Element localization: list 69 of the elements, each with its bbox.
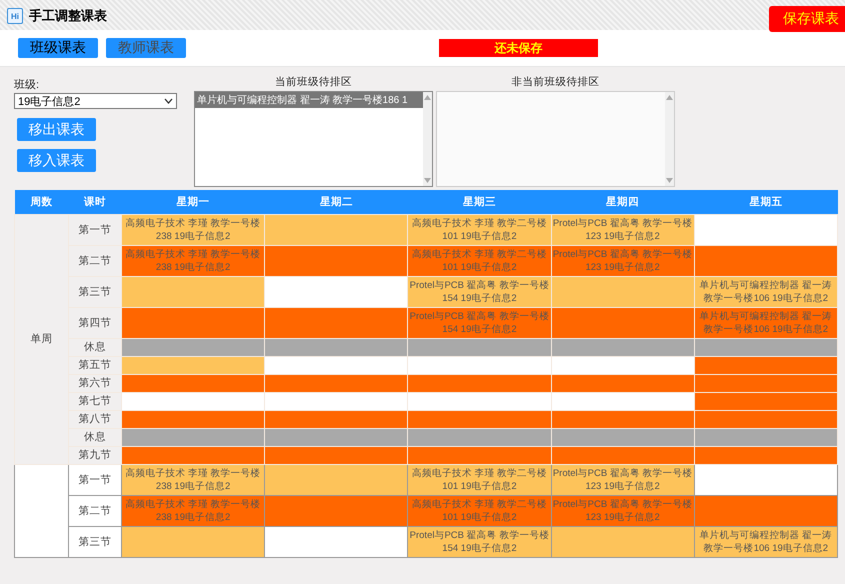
column-header: 周数 xyxy=(14,190,68,214)
course-cell[interactable]: 高频电子技术 李瑾 教学一号楼 238 19电子信息2 xyxy=(122,496,265,526)
list-title: 当前班级待排区 xyxy=(275,75,352,89)
slot-cell[interactable] xyxy=(264,464,408,496)
course-cell[interactable]: 高频电子技术 李瑾 教学二号楼 101 19电子信息2 xyxy=(408,496,552,526)
period-cell: 第三节 xyxy=(68,526,122,558)
course-cell[interactable]: 高频电子技术 李瑾 教学一号楼 238 19电子信息2 xyxy=(122,464,265,496)
course-cell[interactable]: Protel与PCB 翟高粤 教学一号楼 123 19电子信息2 xyxy=(551,246,694,276)
slot-cell[interactable] xyxy=(694,464,838,496)
class-select[interactable]: 19电子信息2 xyxy=(14,93,177,109)
pending-listbox[interactable]: 单片机与可编程控制器 翟一涛 教学一号楼186 1 xyxy=(194,91,433,187)
list-title: 非当前班级待排区 xyxy=(512,75,600,89)
class-label: 班级: xyxy=(14,78,40,92)
course-cell[interactable]: 高频电子技术 李瑾 教学一号楼 238 19电子信息2 xyxy=(122,214,265,246)
period-cell: 第九节 xyxy=(68,446,122,464)
tab[interactable]: 班级课表 xyxy=(18,38,98,58)
window-title: 手工调整课表 xyxy=(29,7,107,25)
course-cell[interactable]: 高频电子技术 李瑾 教学二号楼 101 19电子信息2 xyxy=(408,464,552,496)
list-item[interactable]: 单片机与可编程控制器 翟一涛 教学一号楼186 1 xyxy=(195,92,423,108)
course-cell[interactable]: Protel与PCB 翟高粤 教学一号楼 154 19电子信息2 xyxy=(408,526,552,558)
course-cell[interactable]: Protel与PCB 翟高粤 教学一号楼 123 19电子信息2 xyxy=(551,214,694,246)
course-cell[interactable]: Protel与PCB 翟高粤 教学一号楼 123 19电子信息2 xyxy=(551,496,694,526)
course-cell[interactable]: 高频电子技术 李瑾 教学二号楼 101 19电子信息2 xyxy=(408,214,552,246)
save-button[interactable]: 保存课表 xyxy=(769,6,845,32)
course-cell[interactable]: Protel与PCB 翟高粤 教学一号楼 154 19电子信息2 xyxy=(408,308,552,338)
period-cell: 第六节 xyxy=(68,374,122,392)
scroll-up-icon[interactable] xyxy=(424,95,431,100)
course-cell[interactable]: 高频电子技术 李瑾 教学二号楼 101 19电子信息2 xyxy=(408,246,552,276)
unsaved-status: 还未保存 xyxy=(439,39,598,57)
period-cell: 第二节 xyxy=(68,496,122,526)
column-header: 星期三 xyxy=(408,190,552,214)
scroll-down-icon[interactable] xyxy=(424,178,431,183)
slot-cell[interactable] xyxy=(694,496,838,526)
period-cell: 第五节 xyxy=(68,356,122,374)
course-cell[interactable]: Protel与PCB 翟高粤 教学一号楼 154 19电子信息2 xyxy=(408,276,552,308)
week-cell: 单周 xyxy=(14,214,68,464)
slot-cell[interactable] xyxy=(264,496,408,526)
course-cell[interactable]: 高频电子技术 李瑾 教学一号楼 238 19电子信息2 xyxy=(122,246,265,276)
course-cell[interactable]: 单片机与可编程控制器 翟一涛教学一号楼106 19电子信息2 xyxy=(694,526,838,558)
column-header: 星期四 xyxy=(551,190,694,214)
course-cell[interactable]: 单片机与可编程控制器 翟一涛教学一号楼106 19电子信息2 xyxy=(694,276,838,308)
scrollbar[interactable] xyxy=(665,92,674,186)
period-cell: 第八节 xyxy=(68,410,122,428)
period-cell: 第二节 xyxy=(68,246,122,276)
period-cell: 第一节 xyxy=(68,464,122,496)
slot-cell[interactable] xyxy=(551,526,694,558)
column-header: 星期二 xyxy=(264,190,408,214)
column-header: 星期一 xyxy=(122,190,265,214)
period-cell: 休息 xyxy=(68,428,122,446)
pending-listbox[interactable] xyxy=(436,91,675,187)
app-icon: Hi xyxy=(7,8,23,24)
action-button[interactable]: 移出课表 xyxy=(17,118,96,141)
slot-cell[interactable] xyxy=(264,526,408,558)
scrollbar[interactable] xyxy=(423,92,432,186)
slot-cell[interactable] xyxy=(122,526,265,558)
course-cell[interactable]: 单片机与可编程控制器 翟一涛教学一号楼106 19电子信息2 xyxy=(694,308,838,338)
caret-icon xyxy=(164,98,173,104)
period-cell: 休息 xyxy=(68,338,122,356)
scroll-down-icon[interactable] xyxy=(666,178,673,183)
column-header: 星期五 xyxy=(694,190,838,214)
column-header: 课时 xyxy=(68,190,122,214)
course-cell[interactable]: Protel与PCB 翟高粤 教学一号楼 123 19电子信息2 xyxy=(551,464,694,496)
period-cell: 第三节 xyxy=(68,276,122,308)
action-button[interactable]: 移入课表 xyxy=(17,149,96,172)
scroll-up-icon[interactable] xyxy=(666,95,673,100)
period-cell: 第四节 xyxy=(68,308,122,338)
period-cell: 第一节 xyxy=(68,214,122,246)
tab[interactable]: 教师课表 xyxy=(106,38,186,58)
period-cell: 第七节 xyxy=(68,392,122,410)
